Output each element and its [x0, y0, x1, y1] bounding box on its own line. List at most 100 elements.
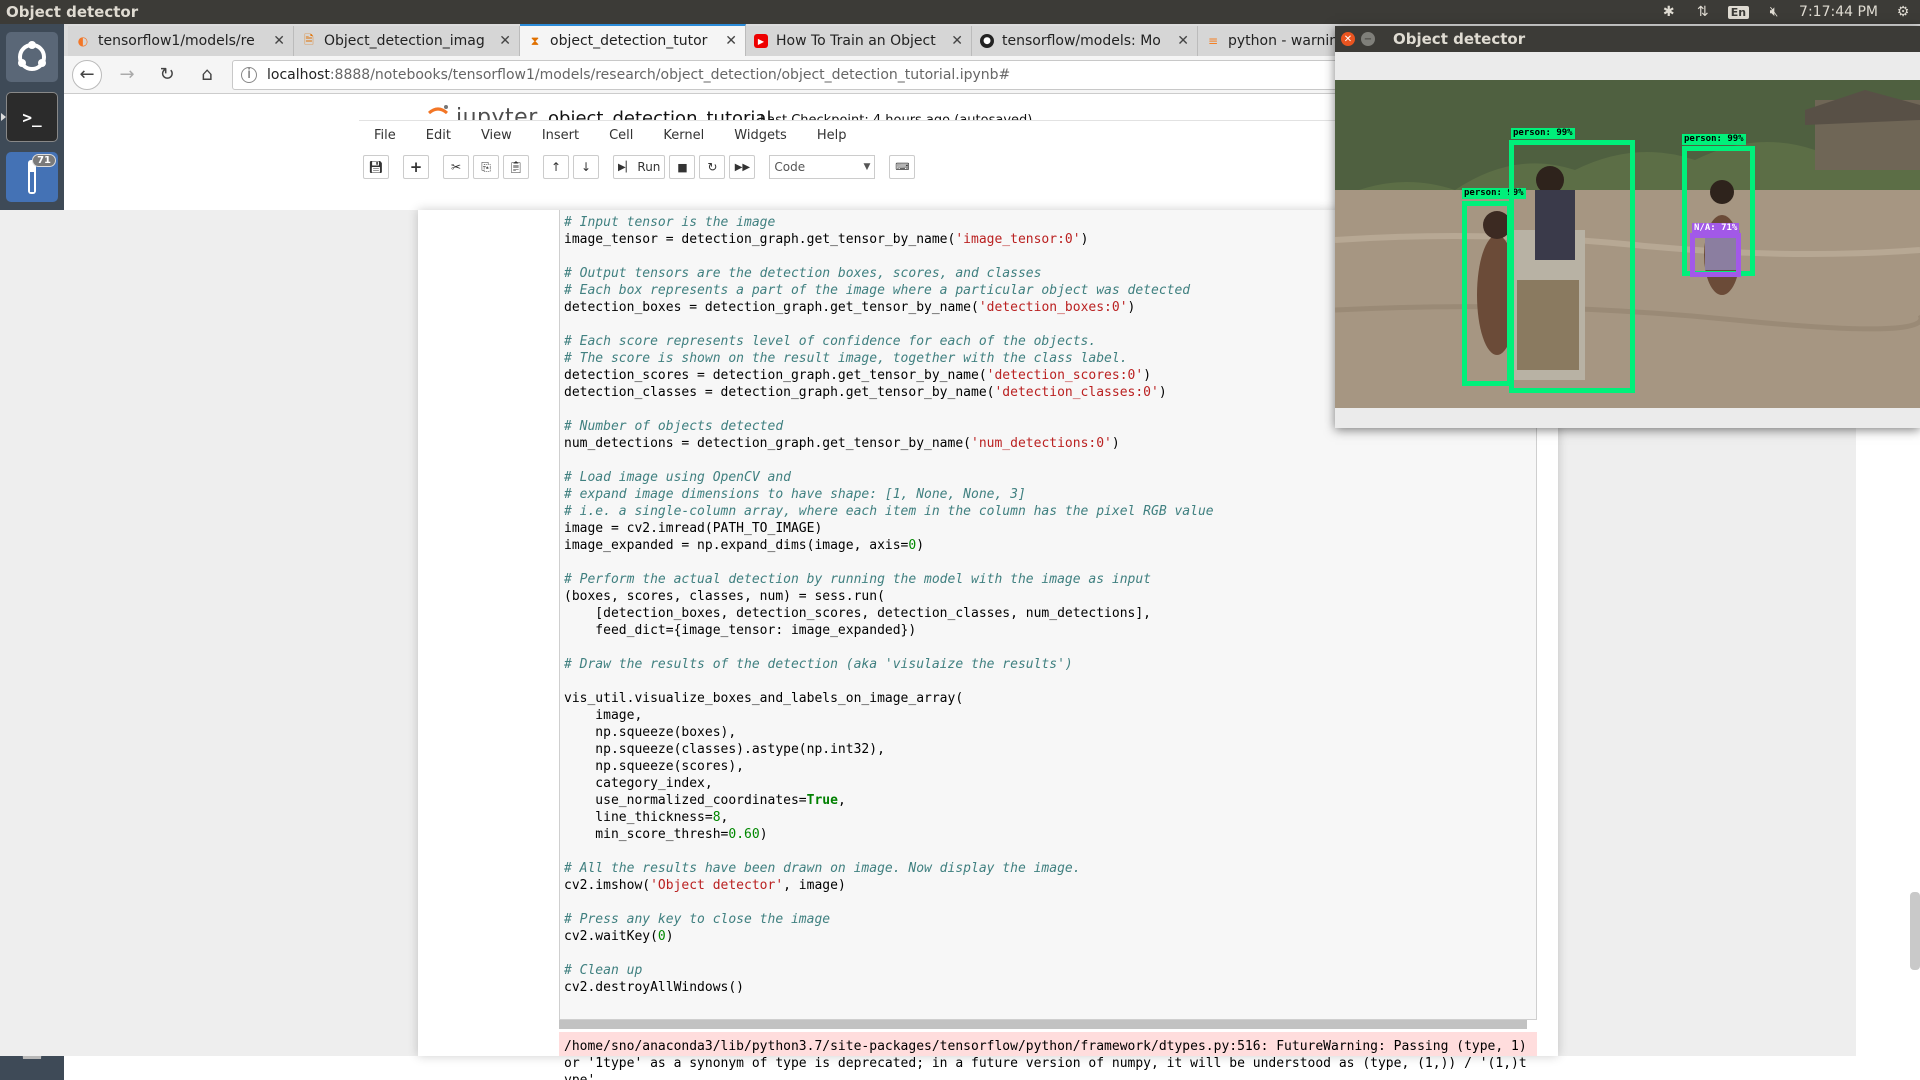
close-icon[interactable]: ✕	[1177, 33, 1189, 49]
chevron-down-icon: ▼	[863, 162, 871, 172]
menu-view[interactable]: View	[466, 128, 527, 143]
vertical-scrollbar[interactable]	[1910, 892, 1920, 970]
paste-icon[interactable]: 📋︎	[503, 155, 529, 179]
code-token: cv2.imshow(	[564, 878, 651, 893]
code-token: )	[759, 827, 768, 842]
code-line: detection_boxes = detection_graph.get_te…	[564, 299, 1214, 316]
active-app-title: Object detector	[6, 3, 139, 21]
menu-file[interactable]: File	[359, 128, 411, 143]
detection-box-person-left	[1462, 201, 1512, 386]
close-icon[interactable]: ✕	[499, 33, 511, 49]
code-editor[interactable]: # Input tensor is the image image_tensor …	[564, 214, 1214, 996]
run-label: Run	[637, 160, 661, 174]
code-token: # Each box represents a part of the imag…	[564, 283, 1191, 298]
code-line: image,	[564, 707, 1214, 724]
code-token: np.squeeze(boxes),	[564, 725, 737, 740]
code-line: # Output tensors are the detection boxes…	[564, 265, 1214, 282]
close-icon[interactable]: ✕	[1341, 32, 1355, 46]
fast-forward-icon[interactable]: ▶▶	[729, 155, 756, 179]
code-token: np.squeeze(scores),	[564, 759, 745, 774]
insert-cell-icon[interactable]: +	[403, 155, 429, 179]
code-token: )	[916, 538, 925, 553]
code-token: category_index,	[564, 776, 713, 791]
code-token: 0.60	[728, 827, 760, 842]
menu-edit[interactable]: Edit	[411, 128, 466, 143]
code-line: cv2.imshow('Object detector', image)	[564, 877, 1214, 894]
code-line: cv2.waitKey(0)	[564, 928, 1214, 945]
launcher-terminal[interactable]: >_	[1, 92, 58, 142]
close-icon[interactable]: ✕	[725, 33, 737, 49]
code-token: 'detection_classes:0'	[994, 385, 1159, 400]
minimize-icon[interactable]: −	[1361, 32, 1375, 46]
tab-object-detection-tutorial[interactable]: ⧗ object_detection_tutor ✕	[520, 24, 746, 56]
code-token: # Perform the actual detection by runnin…	[564, 572, 1151, 587]
code-token: ,	[837, 793, 846, 808]
home-icon[interactable]: ⌂	[192, 60, 222, 90]
copy-icon[interactable]: ⎘	[473, 155, 499, 179]
code-line: [detection_boxes, detection_scores, dete…	[564, 605, 1214, 622]
code-token: # Output tensors are the detection boxes…	[564, 266, 1042, 281]
code-token: 'image_tensor:0'	[955, 232, 1081, 247]
run-button[interactable]: ▶▏ Run	[613, 155, 666, 179]
network-icon[interactable]: ⇅	[1694, 4, 1712, 20]
code-line: feed_dict={image_tensor: image_expanded}…	[564, 622, 1214, 639]
window-titlebar[interactable]: ✕ − Object detector	[1335, 26, 1920, 52]
move-down-icon[interactable]: ↓	[573, 155, 599, 179]
launcher-ubuntu-dash[interactable]	[6, 32, 58, 82]
code-token: # The score is shown on the result image…	[564, 351, 1128, 366]
forward-arrow-icon[interactable]: →	[112, 60, 142, 90]
code-token: detection_boxes = detection_graph.get_te…	[564, 300, 979, 315]
detection-label: person: 99%	[1682, 134, 1746, 145]
bluetooth-icon[interactable]: ✱	[1660, 4, 1678, 20]
code-token: 'num_detections:0'	[971, 436, 1112, 451]
tab-github[interactable]: ● tensorflow/models: Mo ✕	[972, 26, 1198, 56]
code-token: cv2.waitKey(	[564, 929, 658, 944]
stop-icon[interactable]: ■	[669, 155, 696, 179]
jupyter-icon: ◐	[77, 34, 89, 48]
back-arrow-icon[interactable]: ←	[72, 59, 102, 90]
code-token: line_thickness=	[564, 810, 713, 825]
menu-help[interactable]: Help	[802, 128, 862, 143]
cut-icon[interactable]: ✂	[443, 155, 469, 179]
code-token: )	[665, 929, 674, 944]
cell-type-select[interactable]: Code ▼	[769, 155, 876, 179]
volume-muted-icon[interactable]: 🔇︎	[1765, 4, 1783, 20]
close-icon[interactable]: ✕	[951, 33, 963, 49]
code-token: [detection_boxes, detection_scores, dete…	[564, 606, 1151, 621]
close-icon[interactable]: ✕	[273, 33, 285, 49]
info-icon[interactable]: i	[241, 66, 257, 83]
code-token: True	[806, 793, 838, 808]
tab-youtube[interactable]: ▶ How To Train an Object ✕	[746, 26, 972, 56]
menu-kernel[interactable]: Kernel	[648, 128, 719, 143]
code-token: 8	[712, 810, 721, 825]
url-path: :8888/notebooks/tensorflow1/models/resea…	[329, 66, 1011, 83]
horizontal-scrollbar[interactable]	[559, 1020, 1527, 1029]
keyboard-layout-indicator[interactable]: En	[1727, 5, 1750, 19]
code-line: image = cv2.imread(PATH_TO_IMAGE)	[564, 520, 1214, 537]
code-token: )	[1143, 368, 1152, 383]
running-indicator	[1, 113, 6, 121]
code-token: # Number of objects detected	[564, 419, 784, 434]
code-line: # Draw the results of the detection (aka…	[564, 656, 1214, 673]
restart-icon[interactable]: ↻	[699, 155, 726, 179]
clock[interactable]: 7:17:44 PM	[1799, 4, 1878, 20]
menu-cell[interactable]: Cell	[594, 128, 648, 143]
launcher-meter[interactable]: 71	[6, 152, 58, 202]
code-line: # Perform the actual detection by runnin…	[564, 571, 1214, 588]
menu-insert[interactable]: Insert	[527, 128, 594, 143]
menu-widgets[interactable]: Widgets	[719, 128, 802, 143]
gear-icon[interactable]: ⚙	[1894, 4, 1912, 20]
keyboard-icon[interactable]: ⌨	[889, 155, 916, 179]
save-icon[interactable]: 💾︎	[363, 155, 389, 179]
code-line: image_tensor = detection_graph.get_tenso…	[564, 231, 1214, 248]
code-line: # Clean up	[564, 962, 1214, 979]
reload-icon[interactable]: ↻	[152, 60, 182, 90]
code-line: cv2.destroyAllWindows()	[564, 979, 1214, 996]
tab-object-detection-image[interactable]: 🗎︎ Object_detection_imag ✕	[294, 26, 520, 56]
move-up-icon[interactable]: ↑	[543, 155, 569, 179]
stackoverflow-icon: ≡	[1207, 34, 1219, 48]
tab-label: How To Train an Object	[776, 33, 936, 49]
tab-jupyter-tree[interactable]: ◐ tensorflow1/models/re ✕	[68, 26, 294, 56]
